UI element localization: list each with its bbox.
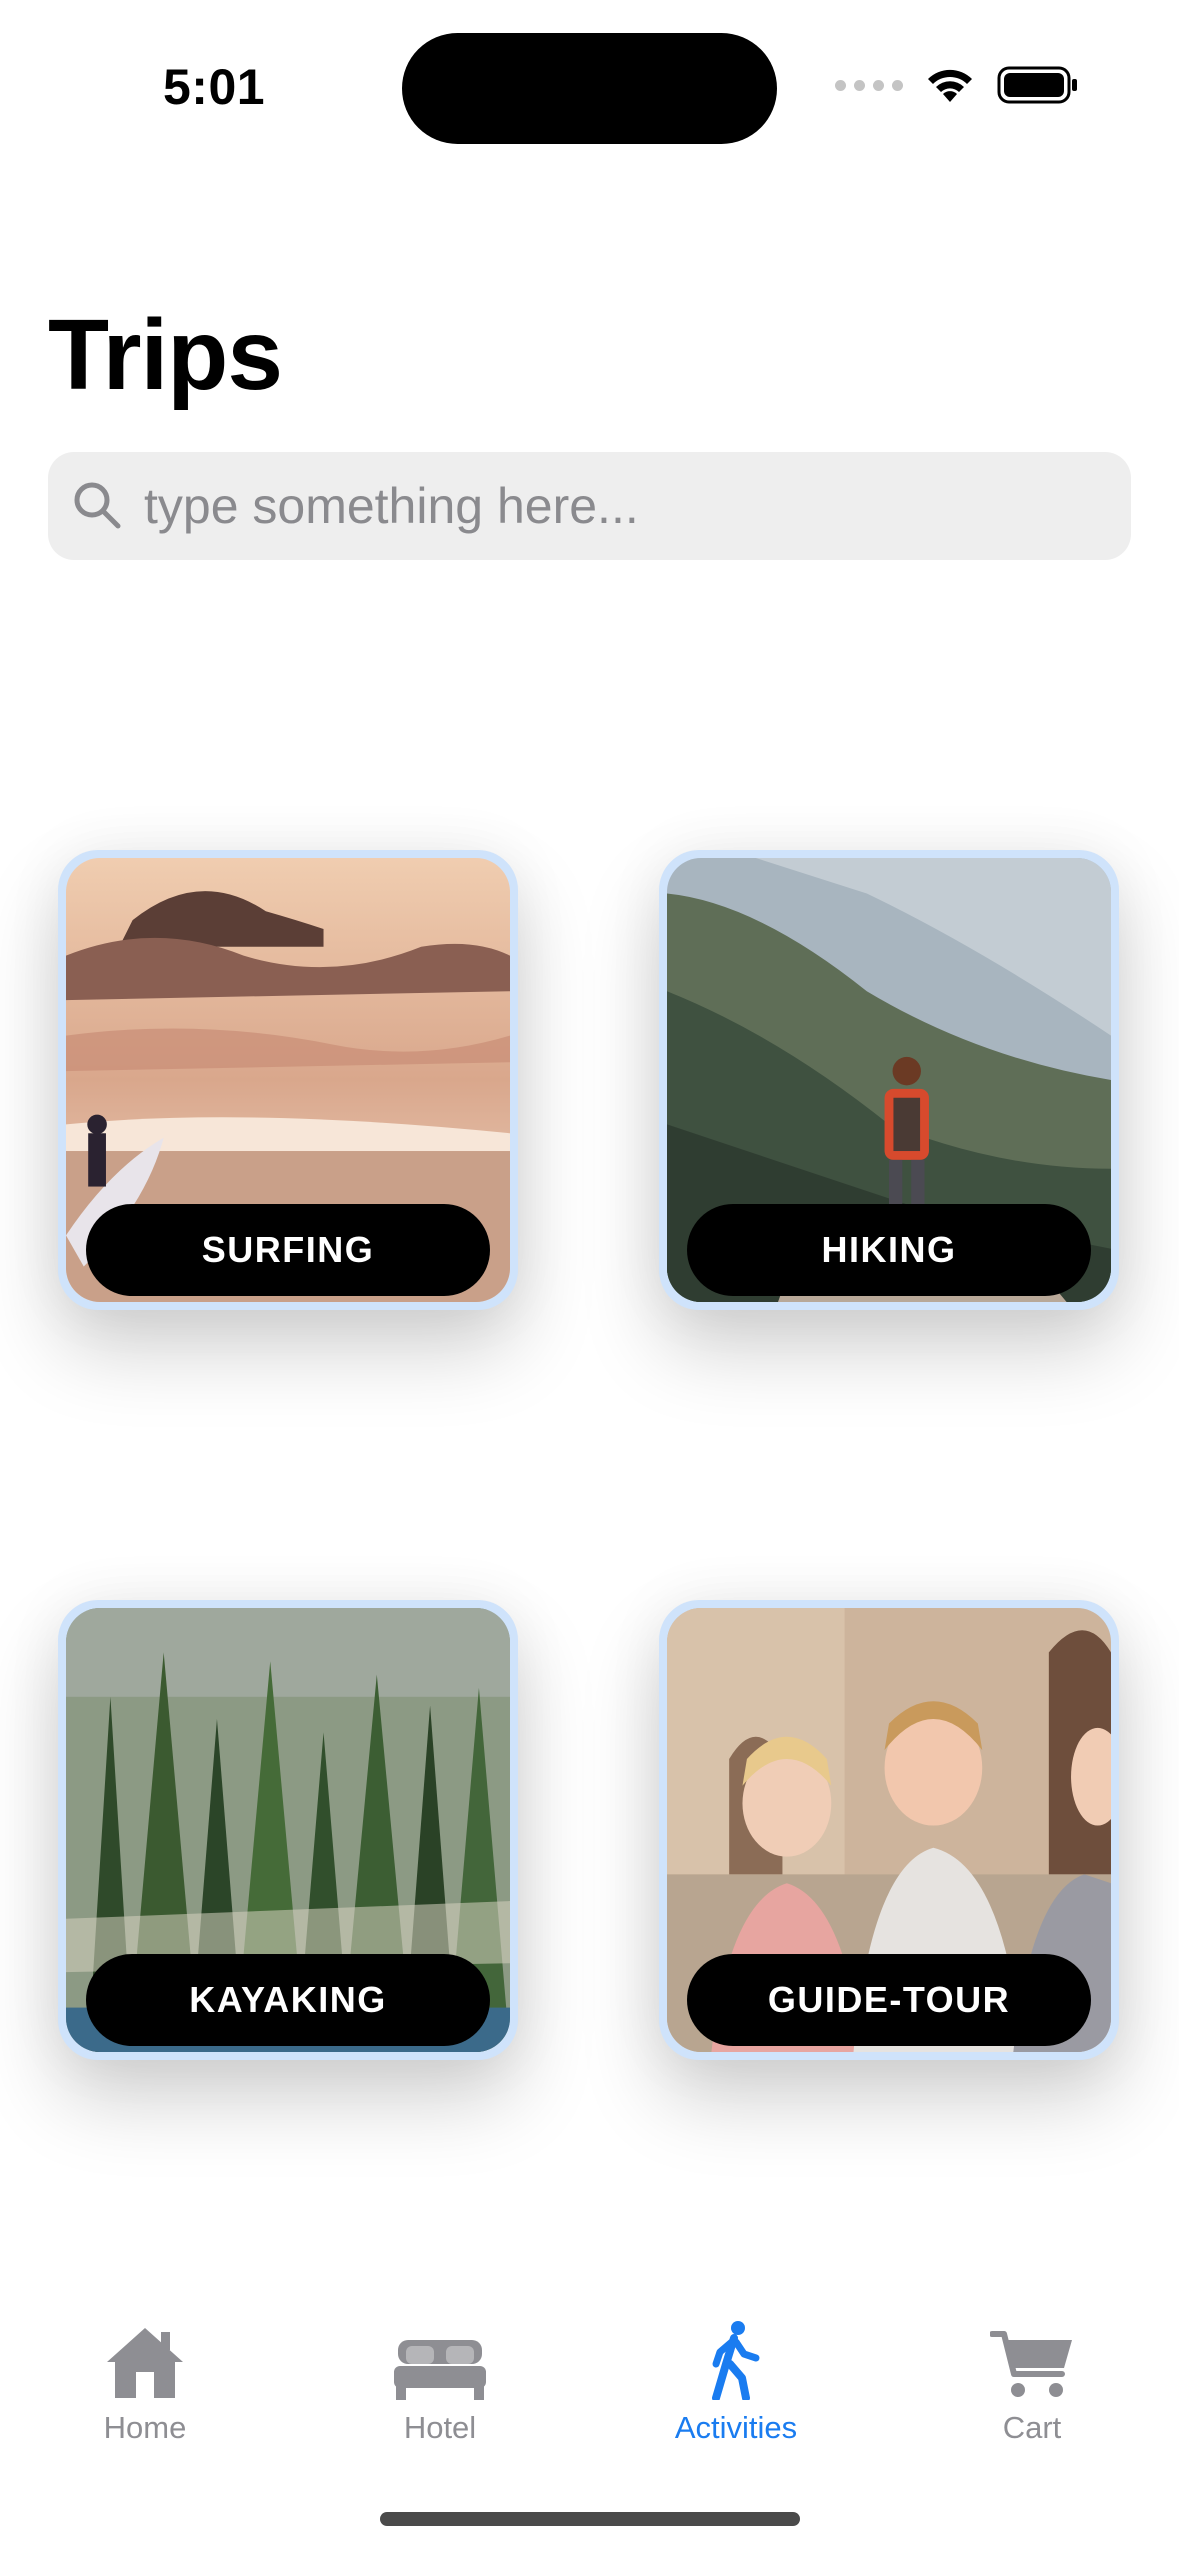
tab-bar: Home Hotel Activities Cart xyxy=(0,2310,1179,2470)
surfing-photo: SURFING xyxy=(66,858,510,1302)
tab-label-activities: Activities xyxy=(674,2410,798,2445)
status-indicators xyxy=(835,60,1079,110)
activity-label: GUIDE-TOUR xyxy=(687,1954,1091,2046)
activity-label: SURFING xyxy=(86,1204,490,1296)
tab-hotel[interactable]: Hotel xyxy=(340,2310,540,2446)
house-icon xyxy=(107,2328,183,2398)
tab-cart[interactable]: Cart xyxy=(932,2310,1132,2446)
search-input[interactable] xyxy=(142,476,1106,536)
guide-tour-photo: GUIDE-TOUR xyxy=(667,1608,1111,2052)
tab-label-home: Home xyxy=(103,2410,187,2445)
home-indicator xyxy=(380,2512,800,2526)
battery-icon xyxy=(997,66,1077,104)
search-icon xyxy=(74,482,121,529)
tab-label-cart: Cart xyxy=(1002,2410,1062,2445)
dynamic-island xyxy=(402,33,777,144)
hiking-photo: HIKING xyxy=(667,858,1111,1302)
kayaking-photo: KAYAKING xyxy=(66,1608,510,2052)
bed-icon xyxy=(394,2340,486,2400)
wifi-icon xyxy=(928,69,972,102)
search-bar[interactable] xyxy=(48,452,1131,560)
page-title: Trips xyxy=(48,299,283,411)
activity-card-kayaking[interactable]: KAYAKING xyxy=(58,1600,518,2060)
walking-figure-icon xyxy=(712,2321,760,2400)
activity-label: KAYAKING xyxy=(86,1954,490,2046)
status-time: 5:01 xyxy=(163,59,266,115)
cellular-signal-icon xyxy=(835,79,903,91)
tab-home[interactable]: Home xyxy=(45,2310,245,2446)
cart-icon xyxy=(990,2331,1072,2397)
activity-card-surfing[interactable]: SURFING xyxy=(58,850,518,1310)
activity-card-guide-tour[interactable]: GUIDE-TOUR xyxy=(659,1600,1119,2060)
activity-card-hiking[interactable]: HIKING xyxy=(659,850,1119,1310)
activity-label: HIKING xyxy=(687,1204,1091,1296)
tab-activities[interactable]: Activities xyxy=(636,2310,836,2446)
tab-label-hotel: Hotel xyxy=(403,2410,477,2445)
